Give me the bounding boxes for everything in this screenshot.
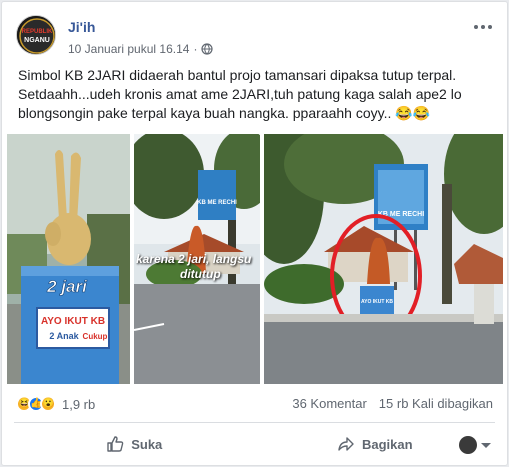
- photo-grid: 2 jari AYO IKUT KB 2 Anak Cukup KB ME RE…: [7, 134, 503, 384]
- thumbs-up-icon: [107, 436, 124, 452]
- reaction-count[interactable]: 1,9 rb: [62, 397, 95, 412]
- avatar-text-top: REPUBLIK: [22, 29, 53, 35]
- share-arrow-icon: [338, 437, 354, 451]
- billboard-text: KB ME RECHI: [197, 200, 237, 206]
- post-stats: 😆 👍 😮 1,9 rb 36 Komentar 15 rb Kali diba…: [16, 396, 493, 414]
- banner-line2a: 2 Anak: [49, 331, 79, 341]
- profile-mini-avatar: [459, 436, 477, 454]
- post-card: REPUBLIK NGANU Ji'ih 10 Januari pukul 16…: [1, 1, 508, 466]
- photo-left[interactable]: 2 jari AYO IKUT KB 2 Anak Cukup: [7, 134, 130, 384]
- author-name[interactable]: Ji'ih: [68, 19, 95, 35]
- wow-reaction-icon: 😮: [40, 396, 56, 412]
- divider: [14, 422, 495, 423]
- share-label: Bagikan: [361, 436, 413, 452]
- post-header: REPUBLIK NGANU Ji'ih 10 Januari pukul 16…: [16, 13, 497, 57]
- audience-selector[interactable]: [459, 436, 491, 454]
- photo-right[interactable]: KB ME RECHI AYO IKUT KB: [264, 134, 503, 384]
- timestamp[interactable]: 10 Januari pukul 16.14: [68, 42, 189, 56]
- chevron-down-icon: [481, 442, 491, 448]
- like-label: Suka: [131, 436, 163, 452]
- comments-count[interactable]: 36 Komentar: [292, 396, 366, 411]
- sign-title: 2 jari: [46, 277, 88, 296]
- more-options-icon[interactable]: [473, 19, 493, 35]
- like-button[interactable]: Suka: [14, 428, 255, 460]
- banner-line2b: Cukup: [83, 332, 108, 341]
- reactions-summary[interactable]: 😆 👍 😮 1,9 rb: [16, 396, 95, 412]
- banner-line1: AYO IKUT KB: [41, 316, 105, 327]
- action-bar: Suka Bagikan: [14, 426, 495, 462]
- photo-middle[interactable]: KB ME RECHI karena 2 jari, langsu ditutu…: [134, 134, 260, 384]
- photo-caption-line1: karena 2 jari, langsu: [136, 252, 252, 266]
- small-sign-text: AYO IKUT KB: [361, 299, 393, 305]
- photo-caption-line2: ditutup: [180, 267, 221, 281]
- shares-count[interactable]: 15 rb Kali dibagikan: [379, 396, 493, 411]
- globe-icon[interactable]: [201, 43, 214, 55]
- post-text: Simbol KB 2JARI didaerah bantul projo ta…: [18, 67, 462, 121]
- post-meta: 10 Januari pukul 16.14 ·: [68, 42, 214, 56]
- avatar[interactable]: REPUBLIK NGANU: [16, 15, 56, 55]
- avatar-text-bottom: NGANU: [24, 37, 50, 44]
- engagement-counts: 36 Komentar 15 rb Kali dibagikan: [292, 396, 493, 411]
